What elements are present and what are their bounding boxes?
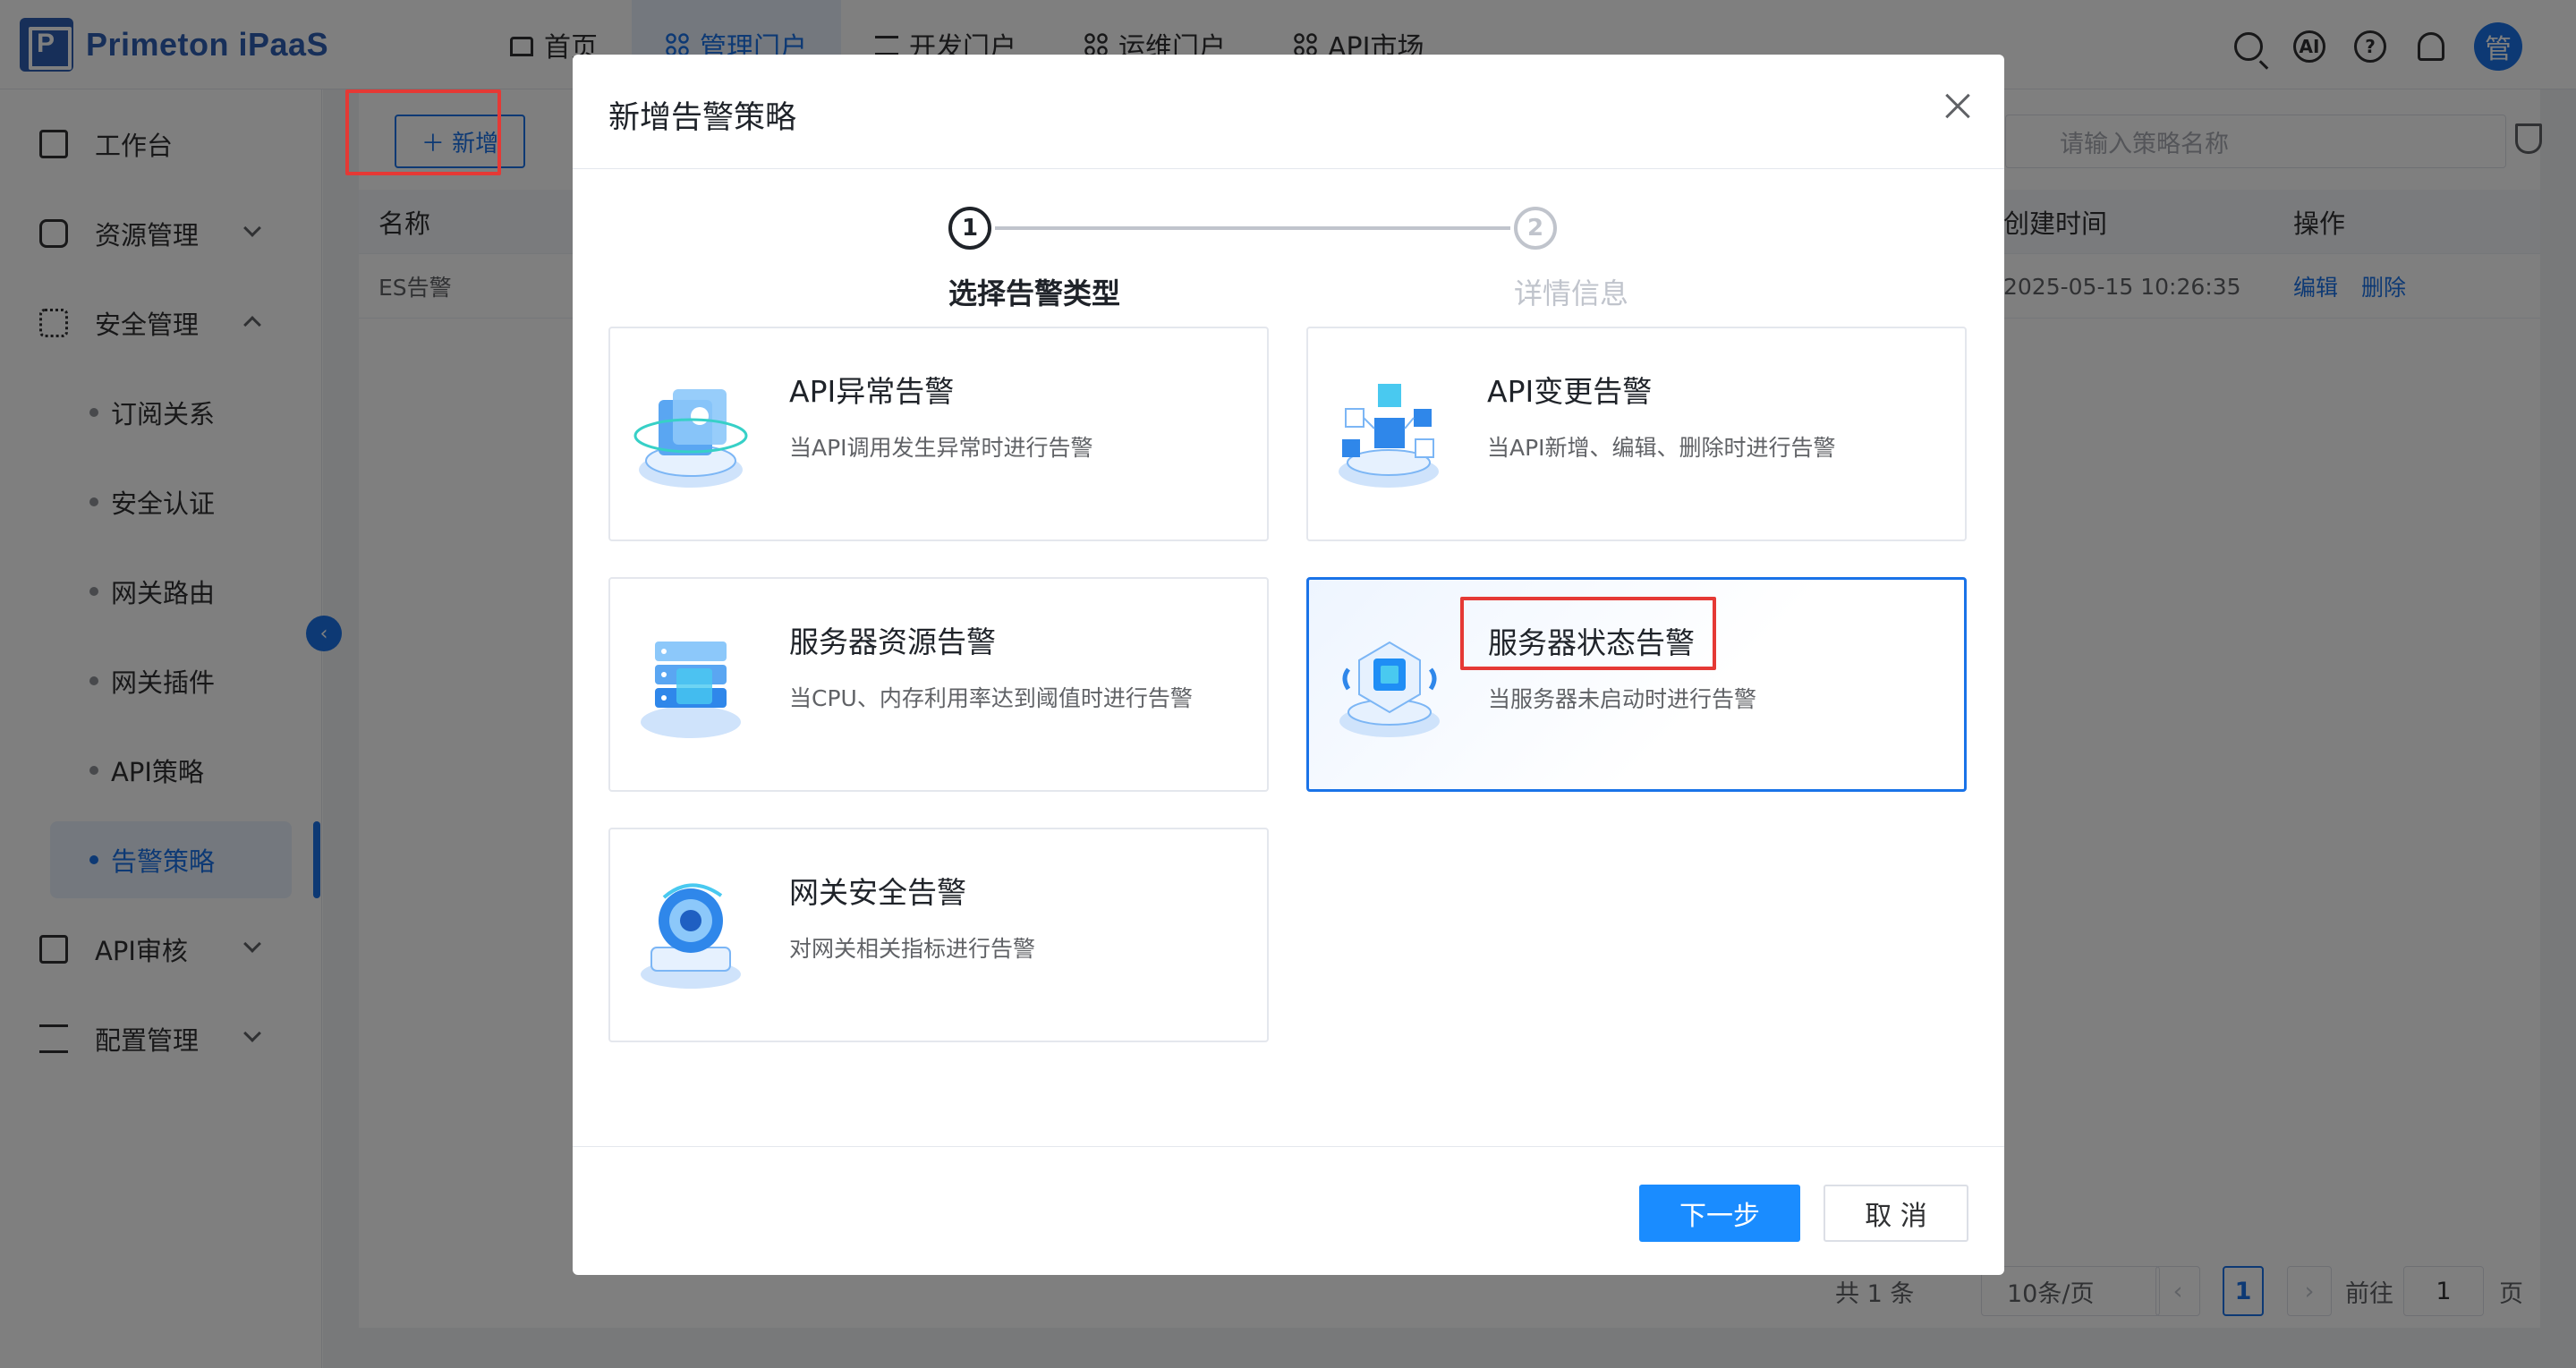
card-title: 网关安全告警 xyxy=(789,875,966,910)
card-desc: 当CPU、内存利用率达到阈值时进行告警 xyxy=(789,685,1193,711)
cancel-button[interactable]: 取 消 xyxy=(1824,1185,1968,1242)
alert-type-card-api-exception[interactable]: API异常告警 当API调用发生异常时进行告警 xyxy=(608,327,1269,541)
dialog-title: 新增告警策略 xyxy=(608,100,797,136)
card-title: 服务器资源告警 xyxy=(789,625,996,659)
step-1-indicator: 1 xyxy=(948,207,991,250)
dialog-header: 新增告警策略 xyxy=(573,55,2004,169)
highlight-box-add xyxy=(345,89,501,175)
card-desc: 对网关相关指标进行告警 xyxy=(789,936,1036,962)
highlight-box-server-status xyxy=(1460,597,1716,670)
steps: 1 2 选择告警类型 详情信息 xyxy=(573,207,2004,310)
server-resource-icon xyxy=(641,642,741,738)
card-desc: 当服务器未启动时进行告警 xyxy=(1488,686,1757,712)
close-icon[interactable] xyxy=(1940,89,1976,124)
dialog-footer: 下一步 取 消 xyxy=(573,1146,2004,1275)
api-change-icon xyxy=(1339,384,1439,488)
add-alert-policy-dialog: 新增告警策略 1 2 选择告警类型 详情信息 API异常告警 当API调用发生异… xyxy=(573,55,2004,1275)
card-title: API异常告警 xyxy=(789,374,955,409)
step-2-label: 详情信息 xyxy=(1514,276,1629,310)
step-2-indicator: 2 xyxy=(1514,207,1557,250)
alert-type-card-server-resource[interactable]: 服务器资源告警 当CPU、内存利用率达到阈值时进行告警 xyxy=(608,577,1269,792)
next-step-button[interactable]: 下一步 xyxy=(1639,1185,1800,1242)
step-1-label: 选择告警类型 xyxy=(948,276,1121,310)
alert-type-card-gateway-security[interactable]: 网关安全告警 对网关相关指标进行告警 xyxy=(608,828,1269,1042)
card-title: API变更告警 xyxy=(1487,374,1653,409)
alert-type-card-api-change[interactable]: API变更告警 当API新增、编辑、删除时进行告警 xyxy=(1306,327,1967,541)
api-exception-icon xyxy=(633,389,748,488)
gateway-security-icon xyxy=(641,883,741,989)
card-desc: 当API调用发生异常时进行告警 xyxy=(789,435,1093,461)
card-desc: 当API新增、编辑、删除时进行告警 xyxy=(1487,435,1836,461)
step-connector xyxy=(995,226,1510,230)
server-status-icon xyxy=(1339,641,1440,737)
